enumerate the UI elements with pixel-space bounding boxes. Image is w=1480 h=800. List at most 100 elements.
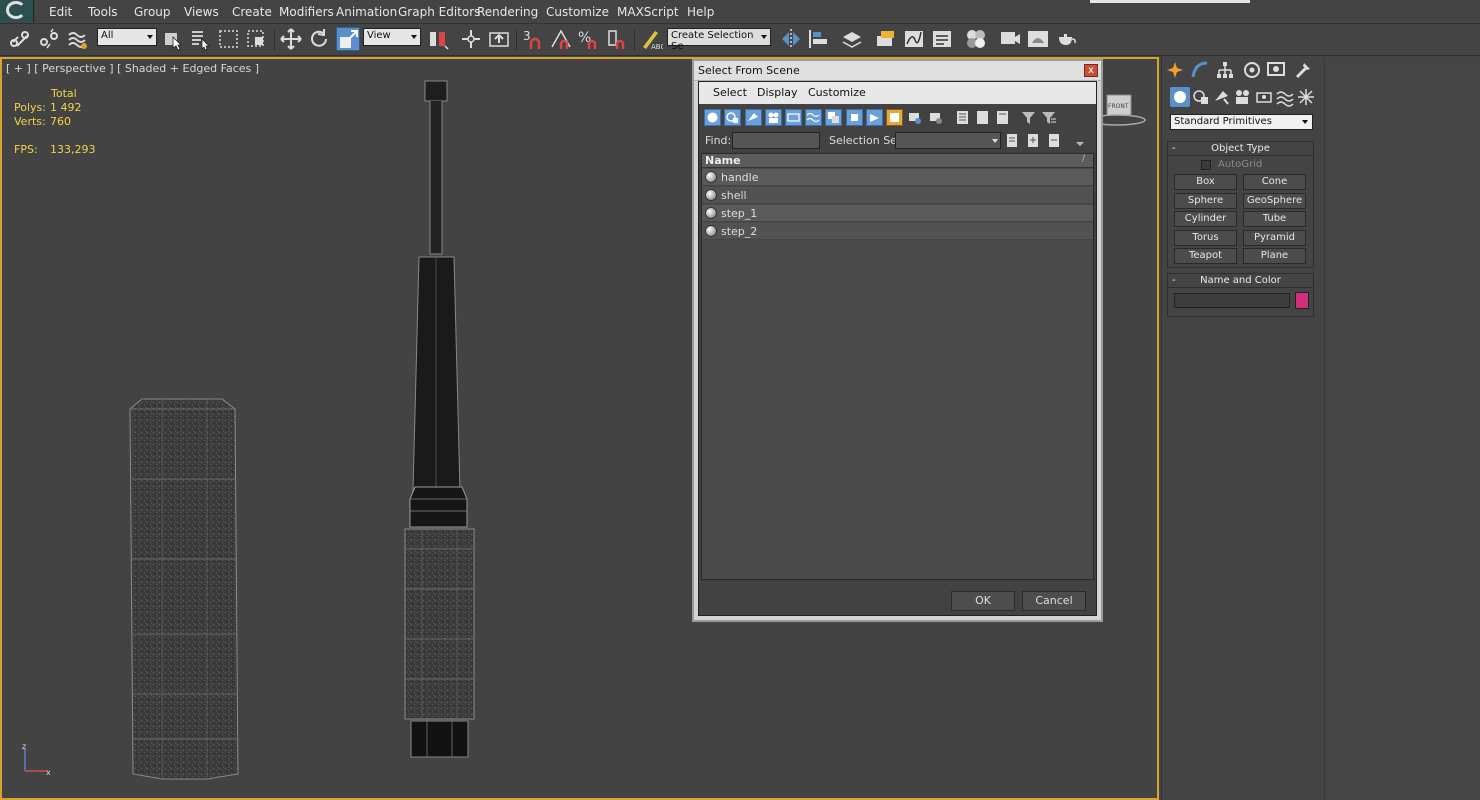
display-helpers-filter-icon[interactable] (785, 109, 802, 126)
create-tab-icon[interactable] (1165, 60, 1185, 80)
select-and-manipulate-icon[interactable] (459, 27, 483, 51)
torus-button[interactable]: Torus (1174, 230, 1237, 246)
menu-edit[interactable]: Edit (49, 5, 72, 19)
space-warps-category-icon[interactable] (1275, 87, 1295, 107)
menu-help[interactable]: Help (687, 5, 714, 19)
modify-tab-icon[interactable] (1190, 60, 1210, 80)
select-and-move-icon[interactable] (279, 27, 303, 51)
cancel-button[interactable]: Cancel (1022, 591, 1086, 611)
filter-options-icon[interactable] (1040, 109, 1057, 126)
align-icon[interactable] (807, 27, 831, 51)
render-setup-icon[interactable] (998, 27, 1022, 51)
display-tab-icon[interactable] (1266, 60, 1286, 80)
display-lights-filter-icon[interactable] (745, 109, 762, 126)
curve-editor-icon[interactable] (902, 27, 926, 51)
render-production-teapot-icon[interactable] (1054, 27, 1078, 51)
select-and-link-icon[interactable] (8, 27, 32, 51)
display-space-warps-filter-icon[interactable] (805, 109, 822, 126)
named-selection-sets-dropdown[interactable]: Create Selection Se (667, 28, 771, 52)
display-groups-filter-icon[interactable] (825, 109, 842, 126)
remove-from-selection-set-icon[interactable] (1046, 132, 1063, 149)
handle-mesh[interactable] (409, 80, 468, 528)
filter-icon[interactable] (1020, 109, 1037, 126)
reference-coordinate-dropdown[interactable]: View (363, 28, 421, 46)
dialog-menu-display[interactable]: Display (757, 86, 798, 99)
display-xrefs-filter-icon[interactable] (846, 109, 863, 126)
display-hidden-icon[interactable] (927, 109, 944, 126)
list-item[interactable]: shell (702, 187, 1093, 204)
display-geometry-filter-icon[interactable] (704, 109, 721, 126)
lights-category-icon[interactable] (1212, 87, 1232, 107)
menu-customize[interactable]: Customize (546, 5, 609, 19)
add-to-selection-set-icon[interactable] (1025, 132, 1042, 149)
geosphere-button[interactable]: GeoSphere (1243, 193, 1306, 209)
ok-button[interactable]: OK (951, 591, 1015, 611)
helpers-category-icon[interactable] (1254, 87, 1274, 107)
unlink-selection-icon[interactable] (37, 27, 61, 51)
snaps-toggle-icon[interactable]: 3 (521, 27, 545, 51)
find-input[interactable] (732, 132, 820, 149)
display-shapes-filter-icon[interactable] (724, 109, 741, 126)
close-icon[interactable]: x (1084, 64, 1098, 77)
material-editor-icon[interactable] (964, 27, 988, 51)
viewport-label[interactable]: [ + ] [ Perspective ] [ Shaded + Edged F… (6, 62, 259, 75)
sphere-button[interactable]: Sphere (1174, 193, 1237, 209)
shell-mesh[interactable] (129, 398, 239, 780)
menu-rendering[interactable]: Rendering (477, 5, 538, 19)
angle-snap-toggle-icon[interactable] (549, 27, 573, 51)
display-frozen-icon[interactable] (906, 109, 923, 126)
app-logo-icon[interactable] (0, 0, 34, 22)
bind-to-space-warp-icon[interactable] (66, 27, 90, 51)
list-column-header-name[interactable]: Name / (702, 154, 1093, 168)
cone-button[interactable]: Cone (1243, 174, 1306, 190)
shapes-category-icon[interactable] (1191, 87, 1211, 107)
select-and-scale-icon[interactable] (336, 27, 360, 51)
select-object-icon[interactable] (161, 27, 185, 51)
pyramid-button[interactable]: Pyramid (1243, 230, 1306, 246)
rendered-frame-window-icon[interactable] (1026, 27, 1050, 51)
menu-views[interactable]: Views (184, 5, 219, 19)
hierarchy-tab-icon[interactable] (1215, 60, 1235, 80)
list-item[interactable]: handle (702, 169, 1093, 186)
create-selection-set-icon[interactable] (1004, 132, 1021, 149)
menu-maxscript[interactable]: MAXScript (617, 5, 679, 19)
plane-button[interactable]: Plane (1243, 248, 1306, 264)
select-all-icon[interactable] (954, 109, 971, 126)
object-name-field[interactable] (1174, 293, 1290, 308)
select-and-rotate-icon[interactable] (307, 27, 331, 51)
menu-group[interactable]: Group (134, 5, 171, 19)
object-color-swatch[interactable] (1295, 292, 1309, 309)
box-button[interactable]: Box (1174, 174, 1237, 190)
use-pivot-point-center-icon[interactable] (426, 27, 450, 51)
mirror-icon[interactable] (779, 27, 803, 51)
selection-set-dropdown[interactable] (895, 132, 1001, 149)
list-item[interactable]: step_1 (702, 205, 1093, 222)
utilities-tab-icon[interactable] (1293, 60, 1313, 80)
object-type-rollout-header[interactable]: - Object Type (1168, 142, 1313, 156)
name-and-color-rollout-header[interactable]: - Name and Color (1168, 274, 1313, 288)
geometry-category-icon[interactable] (1170, 87, 1190, 107)
dialog-titlebar[interactable]: Select From Scene x (694, 61, 1101, 81)
systems-category-icon[interactable] (1296, 87, 1316, 107)
dialog-menu-select[interactable]: Select (713, 86, 747, 99)
graphite-modeling-tools-icon[interactable] (874, 27, 898, 51)
menu-tools[interactable]: Tools (88, 5, 118, 19)
step-2-mesh[interactable] (410, 720, 469, 758)
display-bones-filter-icon[interactable] (866, 109, 883, 126)
edit-named-selection-sets-icon[interactable]: ABC (639, 27, 665, 51)
list-item[interactable]: step_2 (702, 223, 1093, 240)
spinner-snap-toggle-icon[interactable] (605, 27, 629, 51)
selection-filter-dropdown[interactable]: All (97, 28, 157, 46)
layer-manager-icon[interactable] (840, 27, 864, 51)
step-1-mesh[interactable] (404, 528, 475, 720)
cylinder-button[interactable]: Cylinder (1174, 211, 1237, 227)
tube-button[interactable]: Tube (1243, 211, 1306, 227)
display-containers-filter-icon[interactable] (886, 109, 903, 126)
search-field-edge[interactable] (1090, 0, 1250, 3)
menu-graph-editors[interactable]: Graph Editors (398, 5, 480, 19)
select-invert-icon[interactable] (994, 109, 1011, 126)
rectangular-selection-region-icon[interactable] (217, 27, 241, 51)
window-crossing-icon[interactable] (245, 27, 269, 51)
keyboard-shortcut-override-icon[interactable] (487, 27, 511, 51)
chevron-down-icon[interactable] (1072, 134, 1089, 151)
